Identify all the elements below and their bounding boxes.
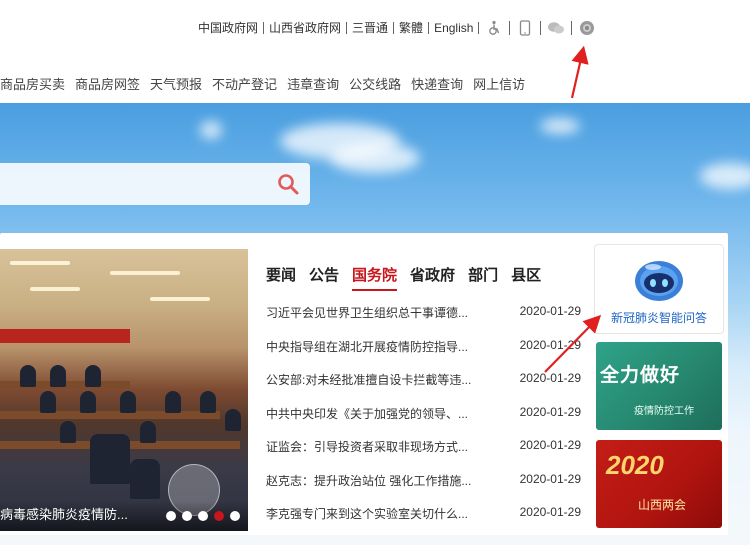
news-date: 2020-01-29 — [519, 404, 581, 419]
news-title[interactable]: 赵克志：提升政治站位 强化工作措施... — [266, 472, 496, 506]
promo-two-sessions-banner[interactable]: 2020 山西两会 — [596, 440, 722, 528]
news-tabs: 要闻 公告 国务院 省政府 部门 县区 — [266, 264, 554, 291]
service-link[interactable]: 商品房网签 — [75, 74, 140, 93]
slider-dot[interactable] — [166, 511, 176, 521]
news-item[interactable]: 中央指导组在湖北开展疫情防控指导... 2020-01-29 — [266, 338, 581, 372]
news-date: 2020-01-29 — [519, 505, 581, 519]
slider-dot[interactable] — [182, 511, 192, 521]
slider-dot[interactable] — [198, 511, 208, 521]
news-item[interactable]: 证监会：引导投资者采取非现场方式... 2020-01-29 — [266, 438, 581, 472]
tab-xianqu[interactable]: 县区 — [511, 264, 541, 289]
news-item[interactable]: 中共中央印发《关于加强党的领导、... 2020-01-29 — [266, 405, 581, 439]
tab-gonggao[interactable]: 公告 — [309, 264, 339, 289]
service-link[interactable]: 违章查询 — [287, 74, 339, 93]
top-links-bar: 中国政府网 山西省政府网 三晋通 繁體 English — [198, 18, 602, 38]
news-date: 2020-01-29 — [519, 304, 581, 318]
service-link[interactable]: 公交线路 — [349, 74, 401, 93]
tab-yaowen[interactable]: 要闻 — [266, 264, 296, 289]
tab-guowuyuan[interactable]: 国务院 — [352, 264, 398, 291]
ai-qa-button[interactable]: 新冠肺炎智能问答 — [594, 244, 724, 334]
service-link[interactable]: 不动产登记 — [212, 74, 277, 93]
photo-caption-text[interactable]: 病毒感染肺炎疫情防... — [0, 504, 128, 523]
link-gov-cn[interactable]: 中国政府网 — [198, 22, 265, 34]
service-link[interactable]: 商品房买卖 — [0, 74, 65, 93]
divider — [571, 21, 573, 35]
mobile-icon[interactable] — [516, 19, 534, 37]
search-icon[interactable] — [276, 172, 300, 196]
news-date: 2020-01-29 — [519, 438, 581, 452]
news-title[interactable]: 习近平会见世界卫生组织总干事谭德... — [266, 304, 496, 338]
meeting-banner — [0, 329, 130, 343]
promo-epidemic-title: 全力做好 — [600, 365, 681, 386]
news-date: 2020-01-29 — [519, 471, 581, 486]
link-shanxi-gov[interactable]: 山西省政府网 — [264, 22, 348, 34]
service-link[interactable]: 快递查询 — [411, 74, 463, 93]
news-item[interactable]: 赵克志：提升政治站位 强化工作措施... 2020-01-29 — [266, 472, 581, 506]
news-title[interactable]: 中共中央印发《关于加强党的领导、... — [266, 405, 496, 439]
news-item[interactable]: 李克强专门来到这个实验室关切什么... 2020-01-29 — [266, 505, 581, 539]
news-item[interactable]: 公安部:对未经批准擅自设卡拦截等违... 2020-01-29 — [266, 371, 581, 405]
service-link[interactable]: 天气预报 — [150, 74, 202, 93]
promo-two-sessions-year: 2020 — [606, 450, 664, 480]
divider — [540, 21, 542, 35]
news-item[interactable]: 习近平会见世界卫生组织总干事谭德... 2020-01-29 — [266, 304, 581, 338]
promo-two-sessions-sub: 山西两会 — [638, 498, 687, 512]
slider-dots — [166, 511, 240, 521]
photo-slider[interactable]: 病毒感染肺炎疫情防... — [0, 249, 248, 531]
ai-qa-label[interactable]: 新冠肺炎智能问答 — [595, 309, 723, 326]
news-title[interactable]: 证监会：引导投资者采取非现场方式... — [266, 438, 496, 472]
tab-shengzhengfu[interactable]: 省政府 — [410, 264, 455, 289]
service-link[interactable]: 网上信访 — [473, 74, 525, 93]
news-date: 2020-01-29 — [519, 371, 581, 385]
annotation-arrow — [570, 45, 589, 99]
news-list: 习近平会见世界卫生组织总干事谭德... 2020-01-29 中央指导组在湖北开… — [266, 304, 581, 539]
promo-epidemic-sub: 疫情防控工作 — [634, 406, 694, 417]
robot-icon — [633, 257, 685, 303]
link-traditional[interactable]: 繁體 — [394, 22, 430, 34]
promo-epidemic-banner[interactable]: 全力做好 疫情防控工作 — [596, 342, 722, 430]
news-title[interactable]: 公安部:对未经批准擅自设卡拦截等违... — [266, 371, 496, 405]
divider — [509, 21, 511, 35]
slider-dot[interactable] — [230, 511, 240, 521]
link-sanjintong[interactable]: 三晋通 — [347, 22, 395, 34]
slider-dot-active[interactable] — [214, 511, 224, 521]
news-title[interactable]: 中央指导组在湖北开展疫情防控指导... — [266, 338, 496, 372]
wechat-icon[interactable] — [547, 19, 565, 37]
tab-bumen[interactable]: 部门 — [468, 264, 498, 289]
service-nav: 商品房买卖 商品房网签 天气预报 不动产登记 违章查询 公交线路 快递查询 网上… — [0, 74, 535, 93]
link-english[interactable]: English — [429, 22, 480, 34]
news-title[interactable]: 李克强专门来到这个实验室关切什么... — [266, 505, 496, 539]
accessibility-icon[interactable] — [485, 19, 503, 37]
weibo-icon[interactable] — [578, 19, 596, 37]
search-box[interactable] — [0, 163, 310, 205]
news-date: 2020-01-29 — [519, 337, 581, 352]
